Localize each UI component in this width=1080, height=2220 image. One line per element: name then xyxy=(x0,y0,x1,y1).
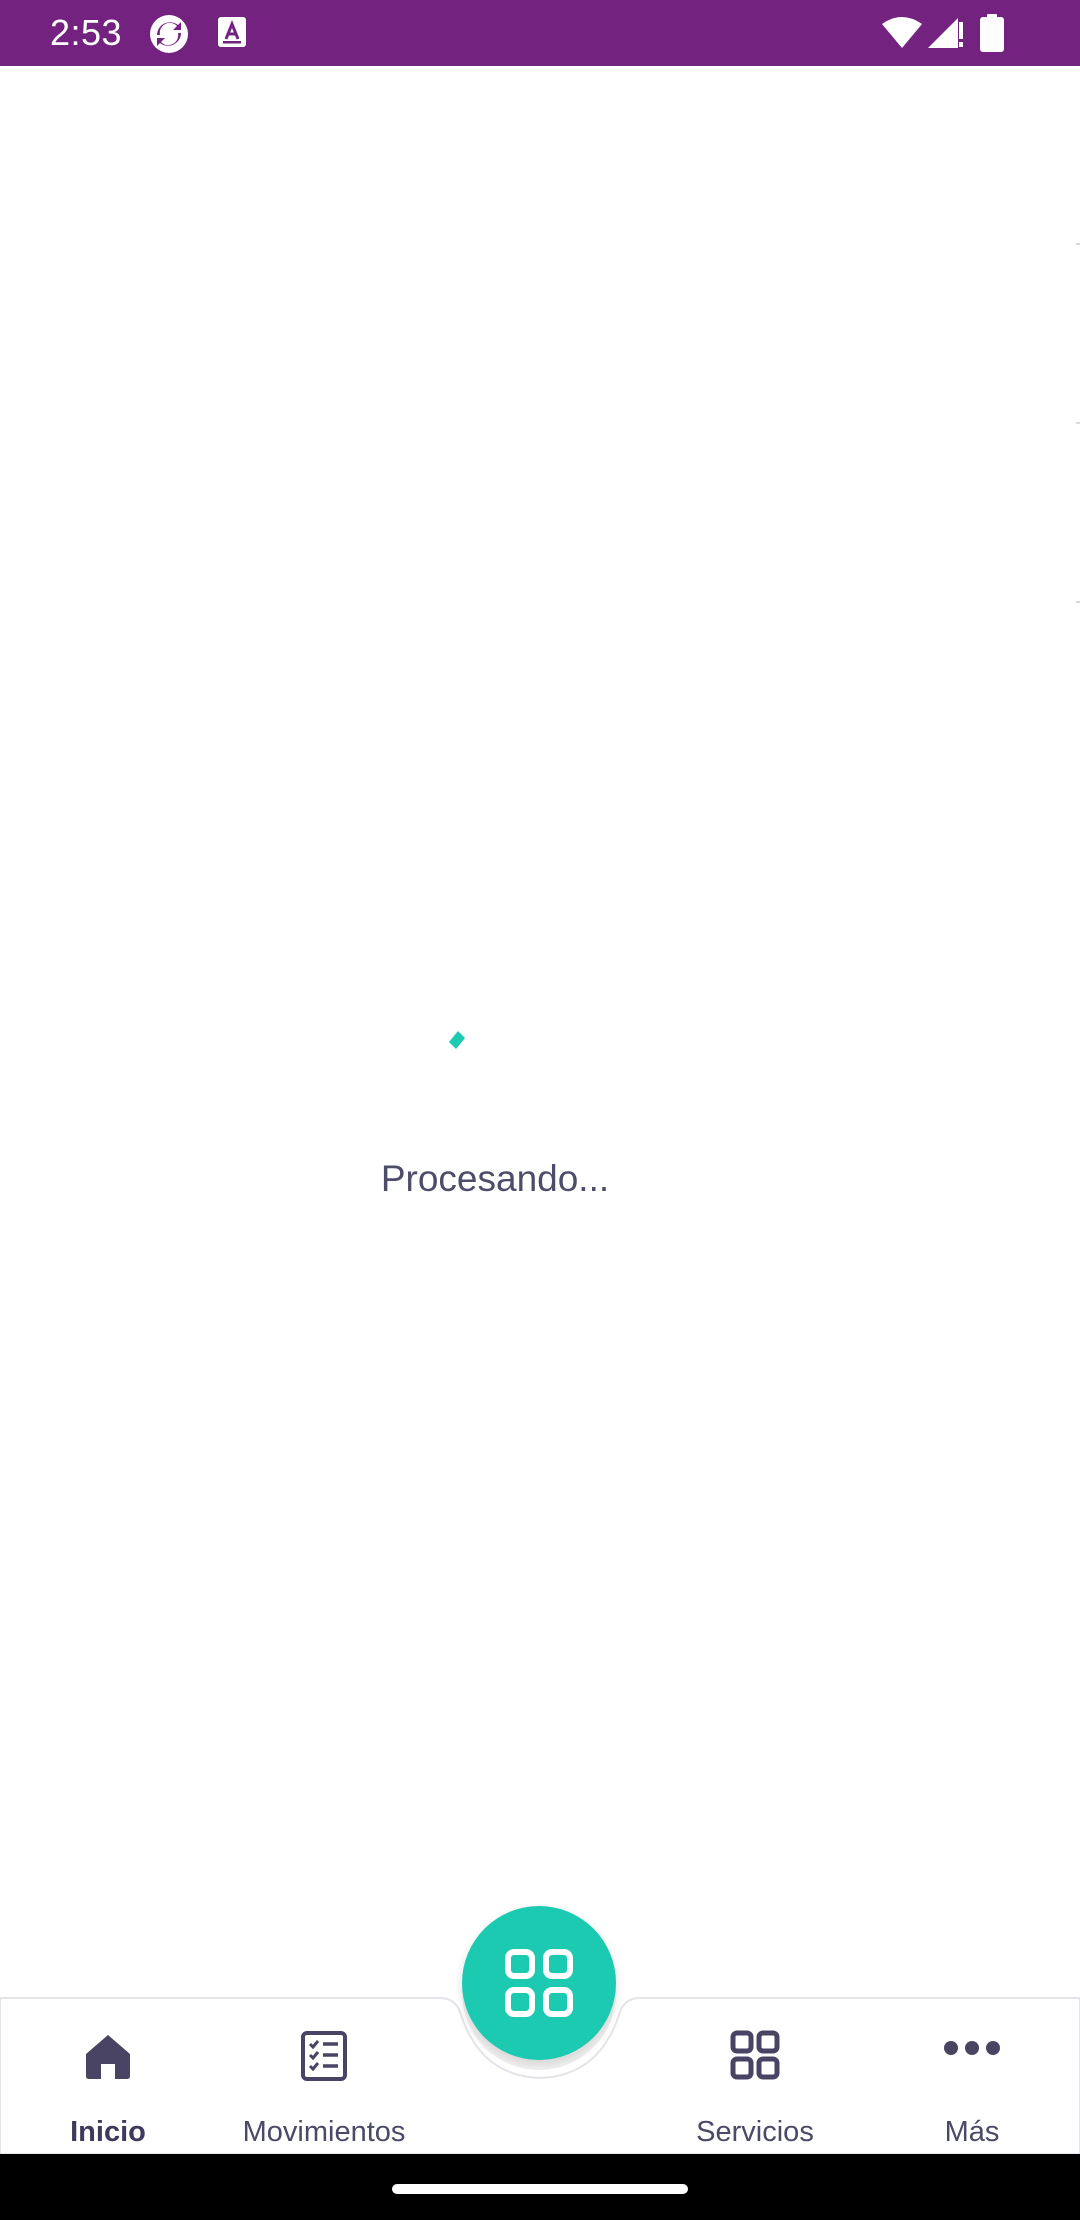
home-gesture-handle[interactable] xyxy=(392,2184,688,2194)
nav-label-mas: Más xyxy=(944,2116,1000,2148)
battery-icon xyxy=(980,14,1004,57)
loading-spinner xyxy=(446,1030,468,1057)
scroll-edge-tick xyxy=(1076,243,1080,245)
nav-label-inicio: Inicio xyxy=(70,2116,146,2148)
nav-item-movimientos[interactable]: Movimientos xyxy=(214,1996,434,2154)
qr-grid-icon xyxy=(505,1949,573,2017)
home-icon xyxy=(82,2030,134,2087)
scroll-edge-tick xyxy=(1076,601,1080,603)
nav-item-mas[interactable]: Más xyxy=(896,1996,1048,2154)
loading-text: Procesando... xyxy=(380,1158,610,1199)
grid-icon xyxy=(730,2030,780,2085)
system-gesture-bar xyxy=(0,2154,1080,2220)
more-dots-icon xyxy=(943,2038,1001,2063)
nav-label-movimientos: Movimientos xyxy=(242,2116,406,2148)
app-sync-icon xyxy=(148,13,190,60)
keyboard-a-icon xyxy=(218,17,246,52)
checklist-icon xyxy=(300,2030,348,2087)
wifi-icon xyxy=(882,16,922,53)
nav-item-inicio[interactable]: Inicio xyxy=(28,1996,188,2154)
status-time: 2:53 xyxy=(50,12,123,53)
qr-scan-fab[interactable] xyxy=(462,1906,616,2060)
loading-screen xyxy=(0,66,1080,2000)
nav-label-servicios: Servicios xyxy=(696,2116,814,2148)
cellular-signal-icon xyxy=(928,14,964,55)
scroll-edge-tick xyxy=(1076,422,1080,424)
nav-item-servicios[interactable]: Servicios xyxy=(660,1996,850,2154)
status-bar: 2:53 xyxy=(0,0,1080,66)
